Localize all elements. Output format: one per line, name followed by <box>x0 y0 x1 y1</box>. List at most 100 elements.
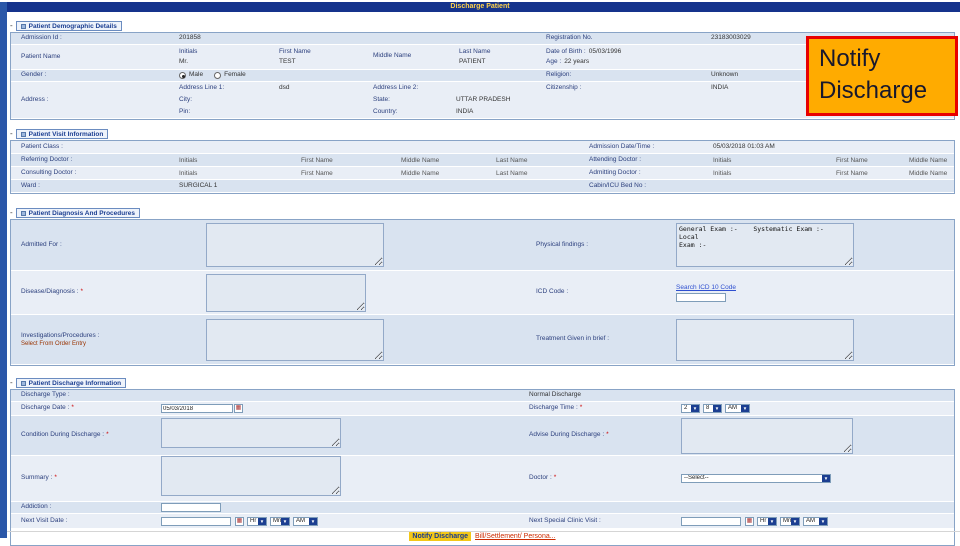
admitting-initials: Initials <box>713 169 732 177</box>
disease-diagnosis-textarea[interactable] <box>206 273 366 312</box>
discharge-date-input[interactable] <box>161 404 233 413</box>
referring-doctor-label: Referring Doctor : <box>21 155 73 163</box>
collapse-demographics-icon[interactable]: - <box>10 22 13 30</box>
discharge-time-label: Discharge Time : <box>529 404 578 412</box>
religion-value: Unknown <box>711 71 739 79</box>
required-mark: * <box>54 474 57 482</box>
ward-value: SURGICAL 1 <box>179 181 218 189</box>
section-header-discharge: - Patient Discharge Information <box>10 378 955 388</box>
discharge-time-ampm-select[interactable]: AM ▼ <box>725 404 750 413</box>
city-label: City: <box>179 95 192 103</box>
dropdown-arrow-icon: ▼ <box>258 517 266 525</box>
admission-id-value: 201858 <box>179 34 201 42</box>
section-tab-visit[interactable]: Patient Visit Information <box>15 129 109 139</box>
calendar-icon[interactable]: ▦ <box>234 404 243 413</box>
discharge-time-label-cell: Discharge Time : * <box>529 404 681 412</box>
consulting-middle-name: Middle Name <box>401 169 440 177</box>
calendar-icon[interactable]: ▦ <box>235 516 244 526</box>
female-radio[interactable] <box>214 72 222 79</box>
callout-text: Notify Discharge <box>819 45 928 104</box>
next-visit-hour-select[interactable]: Hr ▼ <box>247 516 267 526</box>
dropdown-arrow-icon: ▼ <box>822 475 830 482</box>
next-clinic-date-input[interactable] <box>681 516 741 526</box>
ampm-value: AM <box>728 405 737 411</box>
attending-middle-name: Middle Name <box>909 156 948 164</box>
bill-settlement-link[interactable]: Bill/Settlement/ Persona... <box>475 533 556 540</box>
condition-textarea[interactable] <box>161 418 341 448</box>
dropdown-arrow-icon: ▼ <box>741 405 749 412</box>
physical-findings-textarea[interactable]: General Exam :- Systematic Exam :- Local… <box>676 223 854 267</box>
initials-field: Initials Mr. <box>179 48 279 65</box>
address-line1-value: dsd <box>279 83 290 91</box>
section-header-demographics: - Patient Demographic Details <box>10 21 955 31</box>
discharge-time-minute-select[interactable]: 8 ▼ <box>703 404 722 413</box>
doctor-select[interactable]: --Select-- ▼ <box>681 474 831 483</box>
collapse-discharge-icon[interactable]: - <box>10 379 13 387</box>
summary-control <box>161 456 529 501</box>
disease-label-cell: Disease/Diagnosis : * <box>11 288 206 296</box>
admission-id-label: Admission Id : <box>21 34 62 42</box>
dropdown-arrow-icon: ▼ <box>791 517 799 525</box>
ampm-label: AM <box>806 517 815 524</box>
last-name-field: Last Name PATIENT <box>459 48 546 65</box>
dropdown-arrow-icon: ▼ <box>819 517 827 525</box>
initials-value: Mr. <box>179 57 189 65</box>
row-ward: Ward : SURGICAL 1 Cabin/ICU Bed No : <box>11 180 954 193</box>
condition-label: Condition During Discharge : <box>21 431 105 439</box>
next-visit-ampm-select[interactable]: AM ▼ <box>293 516 318 526</box>
discharge-time-hour-select[interactable]: 2 ▼ <box>681 404 700 413</box>
registration-no-label: Registration No. <box>546 34 593 42</box>
admitting-first-name: First Name <box>836 169 868 177</box>
addiction-input[interactable] <box>161 503 221 512</box>
section-grid-icon <box>20 23 26 29</box>
row-discharge-date: Discharge Date : * ▦ Discharge Time : * … <box>11 402 954 416</box>
age-label: Age : <box>546 57 562 65</box>
row-referring-doctor: Referring Doctor : Initials First Name M… <box>11 154 954 167</box>
minute-value: 8 <box>706 405 710 411</box>
advise-label: Advise During Discharge : <box>529 431 605 439</box>
investigations-label-cell: Investigations/Procedures : Select From … <box>11 332 206 347</box>
male-radio[interactable] <box>179 72 186 79</box>
last-name-value: PATIENT <box>459 57 486 65</box>
next-visit-date-input[interactable] <box>161 516 231 526</box>
advise-textarea[interactable] <box>681 417 853 454</box>
admitted-for-textarea[interactable] <box>206 223 384 267</box>
attending-doctor-label: Attending Doctor : <box>589 155 642 163</box>
condition-control <box>161 418 529 453</box>
required-mark: * <box>106 431 109 439</box>
section-tab-demographics[interactable]: Patient Demographic Details <box>15 21 122 31</box>
referring-first-name: First Name <box>301 156 333 164</box>
icd-code-input[interactable] <box>676 292 726 302</box>
section-tab-discharge[interactable]: Patient Discharge Information <box>15 378 127 388</box>
ward-label: Ward : <box>21 181 40 189</box>
section-visit: Patient Class : Admission Date/Time : 05… <box>10 140 955 194</box>
next-visit-minute-select[interactable]: Mn ▼ <box>270 516 290 526</box>
summary-textarea[interactable] <box>161 456 341 496</box>
gender-label: Gender : <box>21 71 47 79</box>
treatment-textarea[interactable] <box>676 318 854 361</box>
condition-label-cell: Condition During Discharge : * <box>11 431 161 439</box>
admitting-doctor-label: Admitting Doctor : <box>589 168 641 176</box>
discharge-time-controls: 2 ▼ 8 ▼ AM ▼ <box>681 404 750 413</box>
required-mark: * <box>579 404 583 412</box>
section-title-diagnosis: Patient Diagnosis And Procedures <box>28 209 135 217</box>
referring-last-name: Last Name <box>496 156 528 164</box>
doctor-value: --Select-- <box>684 475 709 481</box>
first-name-value: TEST <box>279 57 296 65</box>
dropdown-arrow-icon: ▼ <box>713 405 721 412</box>
icd-code-label: ICD Code : <box>536 288 569 296</box>
country-value: INDIA <box>456 107 474 115</box>
next-clinic-hour-select[interactable]: Hr ▼ <box>757 516 777 526</box>
search-icd-link[interactable]: Search ICD 10 Code <box>676 284 736 291</box>
collapse-diagnosis-icon[interactable]: - <box>10 209 13 217</box>
religion-label: Religion: <box>546 71 572 79</box>
section-tab-diagnosis[interactable]: Patient Diagnosis And Procedures <box>15 208 140 218</box>
calendar-icon[interactable]: ▦ <box>745 516 754 526</box>
row-summary: Summary : * Doctor : * --Select-- ▼ <box>11 456 954 502</box>
next-clinic-minute-select[interactable]: Mn ▼ <box>780 516 800 526</box>
collapse-visit-icon[interactable]: - <box>10 130 13 138</box>
investigations-textarea[interactable] <box>206 318 384 361</box>
age-value: 22 years <box>564 57 590 65</box>
patient-class-label: Patient Class : <box>21 142 63 150</box>
next-clinic-ampm-select[interactable]: AM ▼ <box>803 516 828 526</box>
